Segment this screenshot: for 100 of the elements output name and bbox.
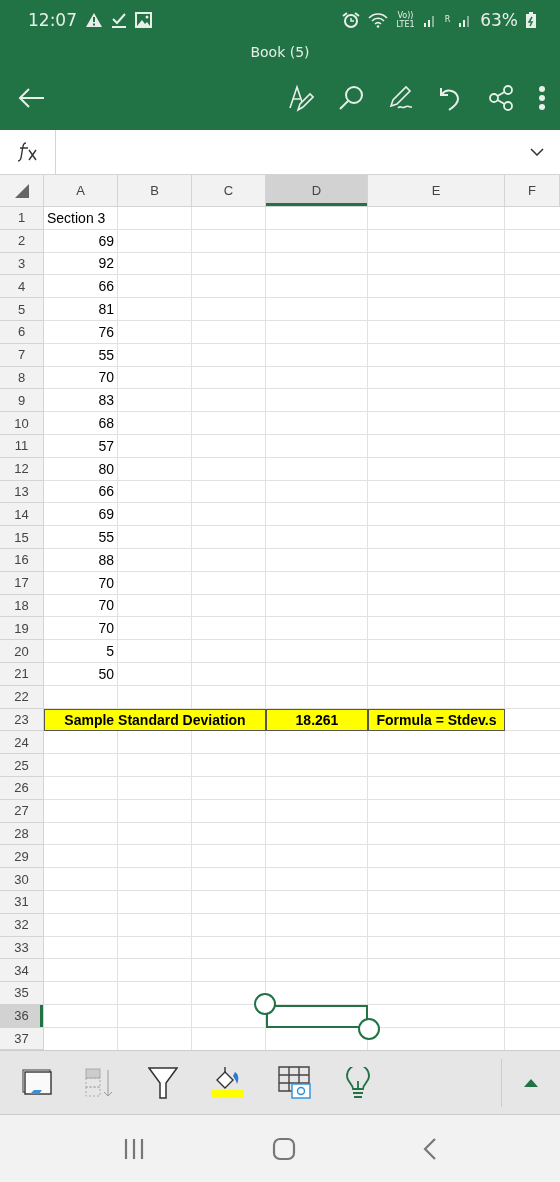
roaming-label: R	[444, 16, 451, 24]
table-cell: 76	[44, 321, 118, 344]
expand-up-icon[interactable]	[524, 1078, 538, 1087]
column-header[interactable]: C	[192, 175, 266, 207]
table-cell: 66	[44, 480, 118, 504]
row-number[interactable]: 35	[0, 982, 44, 1005]
row-number[interactable]: 36	[0, 1004, 44, 1028]
chevron-down-icon[interactable]	[530, 148, 544, 156]
function-icon	[16, 141, 39, 163]
row-number[interactable]: 31	[0, 890, 44, 914]
row-number[interactable]: 7	[0, 343, 44, 367]
share-icon[interactable]	[488, 85, 514, 111]
row-number[interactable]: 32	[0, 913, 44, 937]
table-cell: 68	[44, 412, 118, 435]
row-number[interactable]: 27	[0, 799, 44, 823]
signal-icon	[422, 13, 437, 27]
table-cell: 83	[44, 389, 118, 413]
selection-handle[interactable]	[358, 1017, 380, 1040]
table-cell: 66	[44, 275, 118, 299]
select-all-icon[interactable]	[14, 183, 29, 198]
home-icon[interactable]	[272, 1136, 296, 1161]
row-number[interactable]: 16	[0, 548, 44, 572]
alarm-icon	[342, 11, 361, 29]
row-number[interactable]: 1	[0, 207, 44, 230]
column-header[interactable]: A	[44, 175, 118, 207]
row-number[interactable]: 20	[0, 640, 44, 663]
table-cell: Formula = Stdev.s	[368, 708, 505, 732]
back-icon[interactable]	[422, 1136, 437, 1161]
row-number[interactable]: 13	[0, 480, 44, 504]
row-number[interactable]: 28	[0, 822, 44, 846]
row-number[interactable]: 2	[0, 229, 44, 253]
row-number[interactable]: 24	[0, 731, 44, 755]
row-number[interactable]: 4	[0, 275, 44, 299]
row-number[interactable]: 8	[0, 366, 44, 390]
row-number[interactable]: 5	[0, 298, 44, 321]
row-number[interactable]: 19	[0, 617, 44, 641]
row-number[interactable]: 3	[0, 252, 44, 276]
table-cell: 5	[44, 640, 118, 663]
selection-handle[interactable]	[254, 992, 276, 1015]
row-number[interactable]: 33	[0, 936, 44, 960]
pen-icon[interactable]	[388, 85, 414, 111]
battery-percent: 63%	[480, 10, 518, 30]
row-number[interactable]: 9	[0, 389, 44, 413]
row-number[interactable]: 17	[0, 571, 44, 595]
filter-icon[interactable]	[148, 1066, 178, 1099]
table-cell: 92	[44, 252, 118, 276]
column-header[interactable]: B	[118, 175, 192, 207]
row-number[interactable]: 23	[0, 708, 44, 732]
row-number[interactable]: 6	[0, 321, 44, 344]
table-camera-icon[interactable]	[278, 1065, 312, 1100]
table-cell: 57	[44, 434, 118, 458]
table-cell: 55	[44, 526, 118, 549]
text-pen-icon[interactable]	[288, 84, 314, 112]
row-number[interactable]: 30	[0, 868, 44, 891]
column-header[interactable]: E	[368, 175, 505, 207]
recent-apps-icon[interactable]	[123, 1137, 146, 1160]
clock-time: 12:07	[28, 10, 77, 30]
row-number[interactable]: 14	[0, 503, 44, 527]
table-cell: 88	[44, 548, 118, 572]
checkmark-icon	[111, 12, 127, 28]
row-number[interactable]: 18	[0, 594, 44, 618]
table-cell: 70	[44, 366, 118, 390]
row-number[interactable]: 26	[0, 776, 44, 800]
table-cell: 69	[44, 503, 118, 527]
column-header[interactable]: F	[505, 175, 560, 207]
lightbulb-icon[interactable]	[345, 1066, 371, 1099]
row-number[interactable]: 15	[0, 526, 44, 549]
sheets-icon[interactable]	[22, 1068, 52, 1097]
warning-icon	[85, 12, 103, 28]
row-number[interactable]: 11	[0, 434, 44, 458]
table-cell: 70	[44, 594, 118, 618]
table-cell: 18.261	[266, 708, 368, 732]
table-cell: 69	[44, 229, 118, 253]
table-cell: 80	[44, 457, 118, 481]
back-arrow-icon[interactable]	[18, 88, 46, 108]
workbook-title: Book (5)	[249, 43, 311, 62]
row-number[interactable]: 37	[0, 1027, 44, 1050]
column-header[interactable]: D	[266, 175, 368, 207]
table-cell: 70	[44, 617, 118, 641]
row-number[interactable]: 12	[0, 457, 44, 481]
table-cell: Sample Standard Deviation	[44, 708, 266, 732]
row-number[interactable]: 21	[0, 662, 44, 686]
table-cell: 81	[44, 298, 118, 321]
battery-icon	[526, 12, 536, 28]
volte-label: Vo))	[397, 11, 414, 20]
table-cell: Section 3	[44, 207, 118, 230]
table-cell: 70	[44, 571, 118, 595]
table-cell: 55	[44, 343, 118, 367]
row-number[interactable]: 29	[0, 845, 44, 869]
row-number[interactable]: 10	[0, 412, 44, 435]
fill-color-icon[interactable]	[211, 1065, 245, 1100]
table-cell: 50	[44, 662, 118, 686]
network-label: LTE1	[396, 20, 415, 29]
row-number[interactable]: 22	[0, 685, 44, 709]
image-icon	[135, 12, 152, 28]
more-options-icon[interactable]	[538, 85, 546, 111]
row-number[interactable]: 25	[0, 754, 44, 777]
row-number[interactable]: 34	[0, 959, 44, 983]
search-icon[interactable]	[338, 85, 364, 111]
wifi-icon	[368, 12, 389, 28]
